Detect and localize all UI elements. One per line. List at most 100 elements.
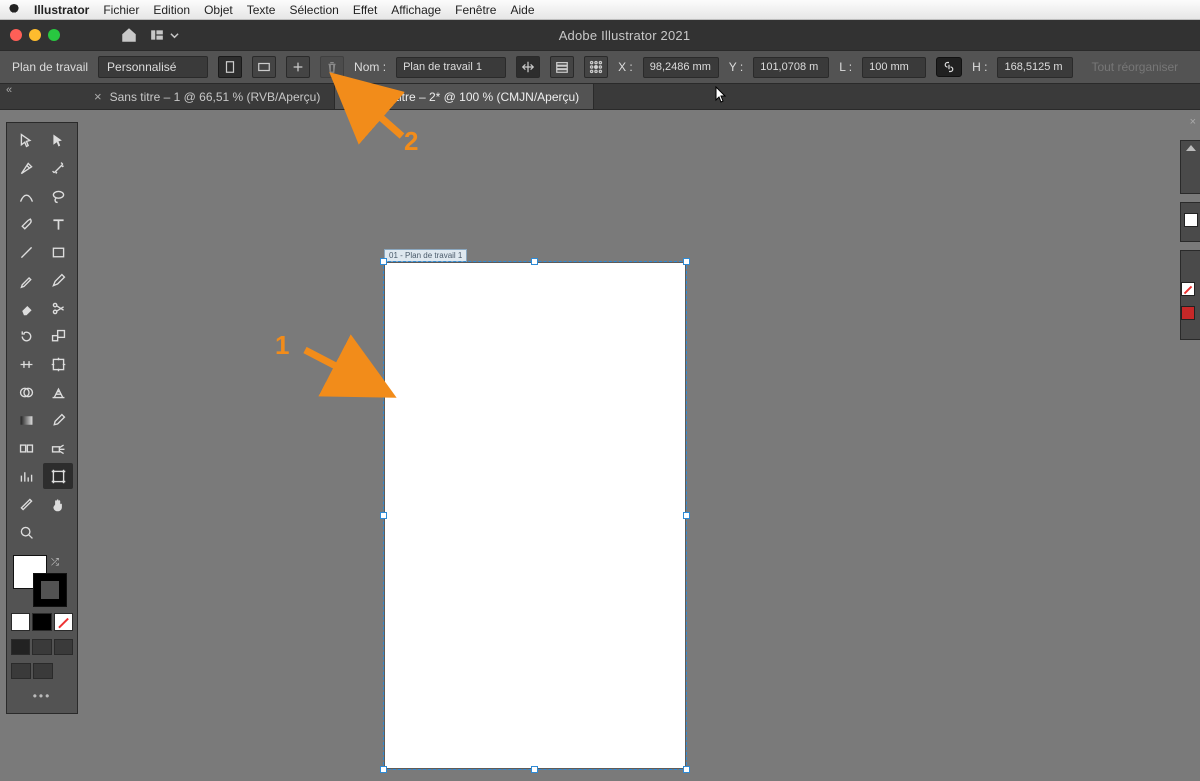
- control-bar: Plan de travail Personnalisé Nom : X : Y…: [0, 50, 1200, 84]
- gradient-tool[interactable]: [11, 407, 41, 433]
- resize-handle-r[interactable]: [683, 512, 690, 519]
- draw-behind[interactable]: [32, 639, 51, 655]
- magic-wand-tool[interactable]: [43, 155, 73, 181]
- drawing-modes: [11, 639, 73, 655]
- hand-tool[interactable]: [43, 491, 73, 517]
- direct-selection-tool[interactable]: [43, 127, 73, 153]
- new-artboard-button[interactable]: [286, 56, 310, 78]
- close-tab-icon[interactable]: ×: [94, 89, 102, 104]
- paintbrush-tool[interactable]: [11, 211, 41, 237]
- curvature-tool[interactable]: [11, 183, 41, 209]
- x-input[interactable]: [643, 57, 719, 78]
- menu-item-object[interactable]: Objet: [204, 3, 233, 17]
- artboard-tool[interactable]: [43, 463, 73, 489]
- resize-handle-br[interactable]: [683, 766, 690, 773]
- fill-stroke-swatch[interactable]: ⤮: [11, 555, 73, 609]
- color-mode-none[interactable]: [54, 613, 73, 631]
- slice-tool[interactable]: [11, 491, 41, 517]
- blend-tool[interactable]: [11, 435, 41, 461]
- color-mode-solid[interactable]: [11, 613, 30, 631]
- apple-icon[interactable]: [8, 4, 20, 16]
- menu-item-text[interactable]: Texte: [247, 3, 276, 17]
- pen-tool[interactable]: [11, 155, 41, 181]
- selection-tool[interactable]: [11, 127, 41, 153]
- artboard-preset-dropdown[interactable]: Personnalisé: [98, 56, 208, 78]
- traffic-lights: [10, 29, 60, 41]
- resize-handle-b[interactable]: [531, 766, 538, 773]
- workspace-switcher[interactable]: [148, 28, 179, 42]
- resize-handle-l[interactable]: [380, 512, 387, 519]
- shape-builder-tool[interactable]: [11, 379, 41, 405]
- artboard-label[interactable]: 01 - Plan de travail 1: [384, 249, 467, 262]
- window-minimize-button[interactable]: [29, 29, 41, 41]
- close-tab-icon[interactable]: ×: [349, 89, 357, 104]
- zoom-tool[interactable]: [11, 519, 41, 545]
- eyedropper-tool[interactable]: [43, 407, 73, 433]
- toolbox-collapse-toggle[interactable]: «: [6, 84, 18, 102]
- perspective-grid-tool[interactable]: [43, 379, 73, 405]
- panel-color-collapsed[interactable]: [1180, 250, 1200, 340]
- document-tab-2[interactable]: × Sans titre – 2* @ 100 % (CMJN/Aperçu): [335, 84, 594, 109]
- rectangle-tool[interactable]: [43, 239, 73, 265]
- screen-mode-full[interactable]: [33, 663, 53, 679]
- panel-properties-collapsed[interactable]: [1180, 140, 1200, 194]
- menu-item-help[interactable]: Aide: [510, 3, 534, 17]
- menu-item-selection[interactable]: Sélection: [289, 3, 338, 17]
- panels-collapse-icon[interactable]: ×: [1190, 116, 1196, 128]
- resize-handle-t[interactable]: [531, 258, 538, 265]
- draw-inside[interactable]: [54, 639, 73, 655]
- document-tab-strip: × Sans titre – 1 @ 66,51 % (RVB/Aperçu) …: [0, 84, 1200, 110]
- width-tool[interactable]: [11, 351, 41, 377]
- stroke-swatch[interactable]: [33, 573, 67, 607]
- width-input[interactable]: [862, 57, 926, 78]
- orientation-landscape-button[interactable]: [252, 56, 276, 78]
- rotate-tool[interactable]: [11, 323, 41, 349]
- artboard[interactable]: 01 - Plan de travail 1: [385, 263, 685, 768]
- type-tool[interactable]: [43, 211, 73, 237]
- artboard-options-button[interactable]: [550, 56, 574, 78]
- window-zoom-button[interactable]: [48, 29, 60, 41]
- home-icon[interactable]: [120, 26, 138, 44]
- link-dimensions-button[interactable]: [936, 57, 962, 77]
- mouse-cursor-icon: [715, 86, 727, 104]
- screen-mode-normal[interactable]: [11, 663, 31, 679]
- line-tool[interactable]: [11, 239, 41, 265]
- free-transform-tool[interactable]: [43, 351, 73, 377]
- swap-fill-stroke-icon[interactable]: ⤮: [51, 557, 59, 568]
- pencil-tool[interactable]: [43, 267, 73, 293]
- artboard-name-input[interactable]: [396, 57, 506, 78]
- color-mode-gradient[interactable]: [32, 613, 51, 631]
- menu-app-name[interactable]: Illustrator: [34, 3, 89, 17]
- panel-swatches-collapsed[interactable]: [1180, 202, 1200, 242]
- control-mode-label: Plan de travail: [12, 60, 88, 74]
- reference-point-selector[interactable]: [584, 56, 608, 78]
- delete-artboard-button[interactable]: [320, 56, 344, 78]
- lasso-tool[interactable]: [43, 183, 73, 209]
- menu-item-window[interactable]: Fenêtre: [455, 3, 496, 17]
- draw-normal[interactable]: [11, 639, 30, 655]
- height-input[interactable]: [997, 57, 1073, 78]
- symbol-sprayer-tool[interactable]: [43, 435, 73, 461]
- menu-item-edit[interactable]: Edition: [153, 3, 190, 17]
- menu-item-effect[interactable]: Effet: [353, 3, 377, 17]
- document-tab-1-label: Sans titre – 1 @ 66,51 % (RVB/Aperçu): [110, 90, 321, 104]
- menu-item-view[interactable]: Affichage: [391, 3, 441, 17]
- window-close-button[interactable]: [10, 29, 22, 41]
- document-tab-1[interactable]: × Sans titre – 1 @ 66,51 % (RVB/Aperçu): [80, 84, 335, 109]
- move-artwork-with-artboard-button[interactable]: [516, 56, 540, 78]
- rearrange-all-button[interactable]: Tout réorganiser: [1091, 60, 1178, 74]
- scissors-tool[interactable]: [43, 295, 73, 321]
- orientation-portrait-button[interactable]: [218, 56, 242, 78]
- canvas[interactable]: 01 - Plan de travail 1: [80, 110, 1178, 781]
- w-label: L :: [839, 60, 852, 74]
- brush-tool[interactable]: [11, 267, 41, 293]
- column-graph-tool[interactable]: [11, 463, 41, 489]
- resize-handle-tr[interactable]: [683, 258, 690, 265]
- y-input[interactable]: [753, 57, 829, 78]
- menu-item-file[interactable]: Fichier: [103, 3, 139, 17]
- scale-tool[interactable]: [43, 323, 73, 349]
- edit-toolbar-button[interactable]: •••: [11, 689, 73, 703]
- resize-handle-bl[interactable]: [380, 766, 387, 773]
- none-swatch-icon: [1181, 282, 1195, 296]
- eraser-tool[interactable]: [11, 295, 41, 321]
